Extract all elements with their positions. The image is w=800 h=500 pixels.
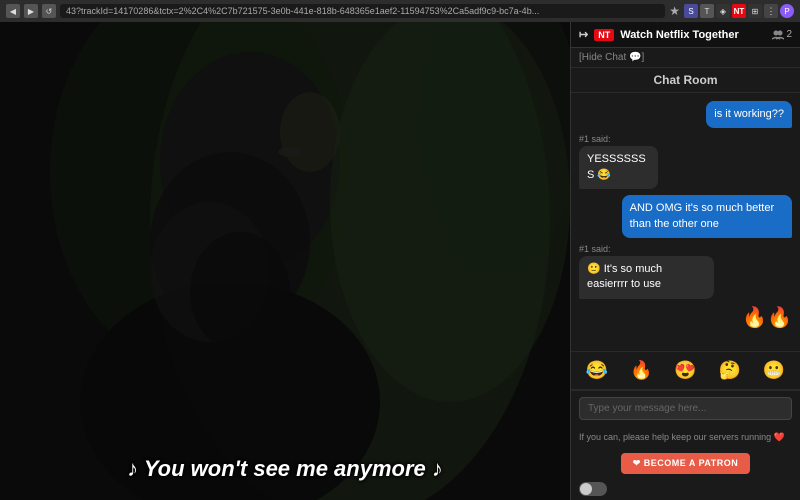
emoji-grimace[interactable]: 😬 <box>760 358 788 383</box>
chat-panel: ↦ NT Watch Netflix Together 2 [Hide Chat… <box>570 22 800 500</box>
hide-chat-bar[interactable]: [Hide Chat 💬] <box>571 48 800 68</box>
forward-button[interactable]: ▶ <box>24 4 38 18</box>
patreon-button-wrapper: ❤ BECOME A PATRON <box>571 449 800 478</box>
patreon-button[interactable]: ❤ BECOME A PATRON <box>621 453 751 474</box>
settings-toggle[interactable] <box>579 482 607 496</box>
video-area: ♪ You won't see me anymore ♪ <box>0 22 570 500</box>
users-count: 2 <box>772 29 792 40</box>
emoji-heart-eyes[interactable]: 😍 <box>671 358 699 383</box>
users-icon <box>772 30 784 40</box>
bottom-toggle-area <box>571 478 800 500</box>
menu-icon[interactable]: ⋮ <box>764 4 778 18</box>
ext-icon-1[interactable]: S <box>684 4 698 18</box>
message-2-sender: #1 said: <box>579 134 678 144</box>
chat-room-label: Chat Room <box>571 68 800 93</box>
ext-icon-3[interactable]: ◈ <box>716 4 730 18</box>
message-2-wrapper: #1 said: YESSSSSSS 😂 <box>579 134 678 189</box>
message-5-emoji: 🔥🔥 <box>742 305 792 330</box>
message-2: YESSSSSSS 😂 <box>579 146 658 189</box>
refresh-button[interactable]: ↺ <box>42 4 56 18</box>
toggle-knob <box>580 483 592 495</box>
back-button[interactable]: ◀ <box>6 4 20 18</box>
message-1: is it working?? <box>706 101 792 128</box>
video-silhouette <box>0 22 570 500</box>
ext-icon-2[interactable]: T <box>700 4 714 18</box>
message-input-area <box>571 390 800 426</box>
message-input[interactable] <box>579 397 792 420</box>
emoji-thinking[interactable]: 🤔 <box>715 358 743 383</box>
emoji-bar: 😂 🔥 😍 🤔 😬 <box>571 351 800 390</box>
browser-bar: ◀ ▶ ↺ 43?trackId=14170286&tctx=2%2C4%2C7… <box>0 0 800 22</box>
message-4-wrapper: #1 said: 🙂 It's so much easierrrr to use <box>579 244 747 299</box>
nt-badge: NT <box>594 29 614 41</box>
emoji-laugh[interactable]: 😂 <box>583 358 611 383</box>
message-4: 🙂 It's so much easierrrr to use <box>579 256 714 299</box>
subtitle-text: ♪ You won't see me anymore ♪ <box>0 456 570 482</box>
messages-area: is it working?? #1 said: YESSSSSSS 😂 AND… <box>571 93 800 351</box>
bottom-info: If you can, please help keep our servers… <box>571 426 800 449</box>
extension-icons: S T ◈ NT ⊞ ⋮ P <box>684 4 794 18</box>
message-3: AND OMG it's so much better than the oth… <box>622 195 792 238</box>
hide-chat-label[interactable]: [Hide Chat 💬] <box>579 52 644 63</box>
star-icon[interactable]: ★ <box>669 4 680 18</box>
chat-title: Watch Netflix Together <box>620 29 766 41</box>
emoji-fire[interactable]: 🔥 <box>627 358 655 383</box>
profile-icon[interactable]: P <box>780 4 794 18</box>
url-bar[interactable]: 43?trackId=14170286&tctx=2%2C4%2C7b72157… <box>60 4 665 18</box>
ext-icon-nt[interactable]: NT <box>732 4 746 18</box>
ext-icon-4[interactable]: ⊞ <box>748 4 762 18</box>
message-4-sender: #1 said: <box>579 244 747 254</box>
nav-buttons[interactable]: ◀ ▶ ↺ <box>6 4 56 18</box>
chat-header: ↦ NT Watch Netflix Together 2 <box>571 22 800 48</box>
arrow-icon: ↦ <box>579 28 588 41</box>
video-background <box>0 22 570 500</box>
main-content: ♪ You won't see me anymore ♪ ↦ NT Watch … <box>0 22 800 500</box>
